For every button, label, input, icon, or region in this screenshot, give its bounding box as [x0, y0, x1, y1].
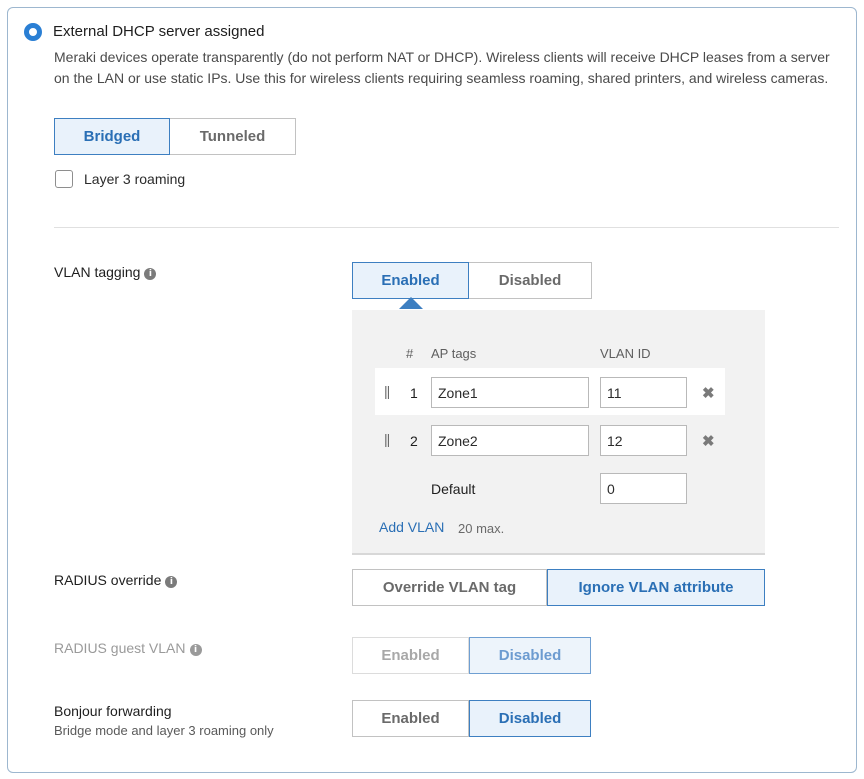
radius-guest-vlan-label: RADIUS guest VLAN i — [54, 640, 202, 656]
column-header-ap-tags: AP tags — [431, 346, 477, 361]
radius-guest-vlan-toggle: Enabled Disabled — [352, 637, 591, 674]
vlan-tagging-enabled-button[interactable]: Enabled — [352, 262, 469, 299]
max-vlan-note: 20 max. — [458, 521, 505, 536]
bonjour-enabled-button[interactable]: Enabled — [352, 700, 469, 737]
column-header-num: # — [406, 346, 414, 361]
add-vlan-link[interactable]: Add VLAN — [379, 519, 444, 535]
close-icon[interactable]: ✖ — [702, 384, 715, 402]
info-icon[interactable]: i — [165, 576, 178, 588]
drag-handle-icon[interactable]: || — [384, 383, 390, 399]
override-vlan-tag-button[interactable]: Override VLAN tag — [352, 569, 547, 606]
bonjour-forwarding-sublabel: Bridge mode and layer 3 roaming only — [54, 723, 274, 738]
bonjour-disabled-button[interactable]: Disabled — [469, 700, 591, 737]
radius-override-label-text: RADIUS override — [54, 572, 162, 588]
close-icon[interactable]: ✖ — [702, 432, 715, 450]
vlan-id-input[interactable] — [600, 377, 687, 408]
row-number: 2 — [410, 433, 418, 449]
mode-toggle: Bridged Tunneled — [54, 118, 296, 155]
bonjour-forwarding-label: Bonjour forwarding — [54, 703, 172, 719]
ignore-vlan-attribute-button[interactable]: Ignore VLAN attribute — [547, 569, 765, 606]
default-vlan-label: Default — [431, 481, 476, 497]
radius-override-toggle: Override VLAN tag Ignore VLAN attribute — [352, 569, 765, 606]
vlan-tagging-toggle: Enabled Disabled — [352, 262, 592, 299]
info-icon[interactable]: i — [144, 268, 157, 280]
layer3-roaming-checkbox[interactable] — [55, 170, 73, 188]
column-header-vlan-id: VLAN ID — [600, 346, 651, 361]
radio-selected-icon[interactable] — [24, 23, 42, 41]
vlan-tagging-label: VLAN tagging i — [54, 264, 157, 280]
ap-tags-input[interactable] — [431, 377, 589, 408]
radius-guest-vlan-enabled-button[interactable]: Enabled — [352, 637, 469, 674]
ap-tags-input[interactable] — [431, 425, 589, 456]
radius-override-label: RADIUS override i — [54, 572, 178, 588]
tunneled-button[interactable]: Tunneled — [170, 118, 296, 155]
radius-guest-vlan-disabled-button[interactable]: Disabled — [469, 637, 591, 674]
bridged-button[interactable]: Bridged — [54, 118, 170, 155]
panel-pointer — [399, 297, 423, 309]
section-divider — [54, 227, 839, 228]
bonjour-forwarding-toggle: Enabled Disabled — [352, 700, 591, 737]
layer3-roaming-label: Layer 3 roaming — [84, 171, 186, 187]
vlan-id-input[interactable] — [600, 425, 687, 456]
drag-handle-icon[interactable]: || — [384, 431, 390, 447]
option-description: Meraki devices operate transparently (do… — [54, 49, 830, 86]
vlan-tagging-label-text: VLAN tagging — [54, 264, 141, 280]
option-title: External DHCP server assigned — [53, 23, 265, 40]
radius-guest-vlan-label-text: RADIUS guest VLAN — [54, 640, 186, 656]
vlan-tagging-disabled-button[interactable]: Disabled — [469, 262, 592, 299]
default-vlan-id-input[interactable] — [600, 473, 687, 504]
row-number: 1 — [410, 385, 418, 401]
info-icon[interactable]: i — [189, 644, 202, 656]
